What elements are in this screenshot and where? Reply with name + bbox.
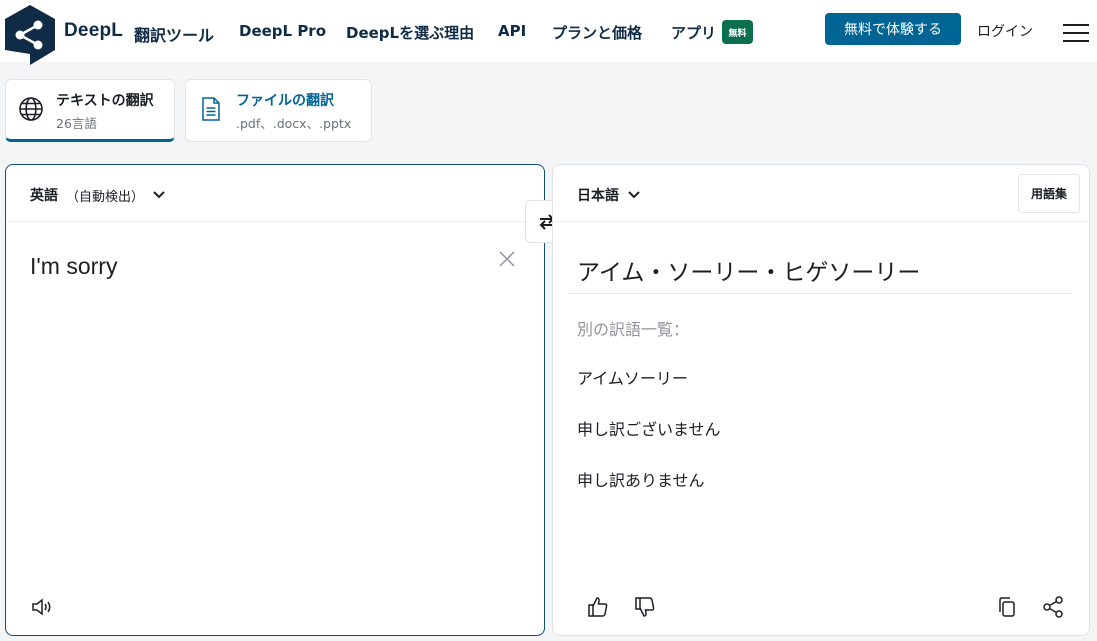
auto-detect-label: （自動検出） <box>66 189 145 205</box>
tab-title: テキストの翻訳 <box>56 93 154 109</box>
translation-output[interactable]: アイム・ソーリー・ヒゲソーリー <box>577 253 920 287</box>
source-panel-header: 英語 （自動検出） <box>6 165 544 222</box>
target-language-label: 日本語 <box>577 188 619 204</box>
tab-subtitle: .pdf、.docx、.pptx <box>236 116 352 131</box>
target-panel: 日本語 用語集 アイム・ソーリー・ヒゲソーリー 別の訳語一覧： アイムソーリー … <box>552 164 1090 636</box>
deepl-logo-icon[interactable] <box>4 4 56 66</box>
nav-pricing[interactable]: プランと価格 <box>552 22 642 43</box>
tab-subtitle: 26言語 <box>56 116 97 131</box>
thumbs-down-icon[interactable] <box>633 595 657 619</box>
divider <box>570 293 1072 294</box>
glossary-button[interactable]: 用語集 <box>1018 174 1080 213</box>
close-icon[interactable] <box>497 249 517 269</box>
source-language-label: 英語 <box>30 188 58 204</box>
free-badge: 無料 <box>722 20 753 44</box>
alternative-item[interactable]: 申し訳ありません <box>577 467 705 491</box>
chevron-down-icon <box>153 191 165 199</box>
nav-why-deepl[interactable]: DeepLを選ぶ理由 <box>346 22 474 43</box>
copy-icon[interactable] <box>995 595 1019 619</box>
source-language-selector[interactable]: 英語 （自動検出） <box>30 185 166 205</box>
hamburger-menu-icon[interactable] <box>1063 24 1089 42</box>
document-icon <box>198 96 224 122</box>
target-panel-header: 日本語 用語集 <box>553 165 1089 222</box>
share-icon[interactable] <box>1041 595 1065 619</box>
alternatives-heading: 別の訳語一覧： <box>577 320 690 339</box>
globe-icon <box>18 96 44 122</box>
alternative-item[interactable]: 申し訳ございません <box>577 416 721 440</box>
target-language-selector[interactable]: 日本語 <box>577 185 641 205</box>
login-link[interactable]: ログイン <box>977 21 1033 41</box>
tab-file-translation[interactable]: ファイルの翻訳 .pdf、.docx、.pptx <box>185 79 372 142</box>
free-trial-button[interactable]: 無料で体験する <box>825 13 961 45</box>
source-panel: 英語 （自動検出） I'm sorry <box>5 164 545 636</box>
nav-api[interactable]: API <box>498 22 526 40</box>
alternative-item[interactable]: アイムソーリー <box>577 365 688 389</box>
brand-subtitle[interactable]: 翻訳ツール <box>134 22 214 46</box>
tab-title: ファイルの翻訳 <box>236 93 334 109</box>
thumbs-up-icon[interactable] <box>586 595 610 619</box>
nav-apps[interactable]: アプリ <box>671 22 716 43</box>
top-header: DeepL 翻訳ツール DeepL Pro DeepLを選ぶ理由 API プラン… <box>0 0 1097 65</box>
speaker-icon[interactable] <box>30 595 54 619</box>
source-text-input[interactable]: I'm sorry <box>30 253 117 280</box>
tab-text-translation[interactable]: テキストの翻訳 26言語 <box>5 79 175 142</box>
chevron-down-icon <box>628 191 640 199</box>
brand-name[interactable]: DeepL <box>64 20 123 42</box>
nav-deepl-pro[interactable]: DeepL Pro <box>239 22 326 40</box>
